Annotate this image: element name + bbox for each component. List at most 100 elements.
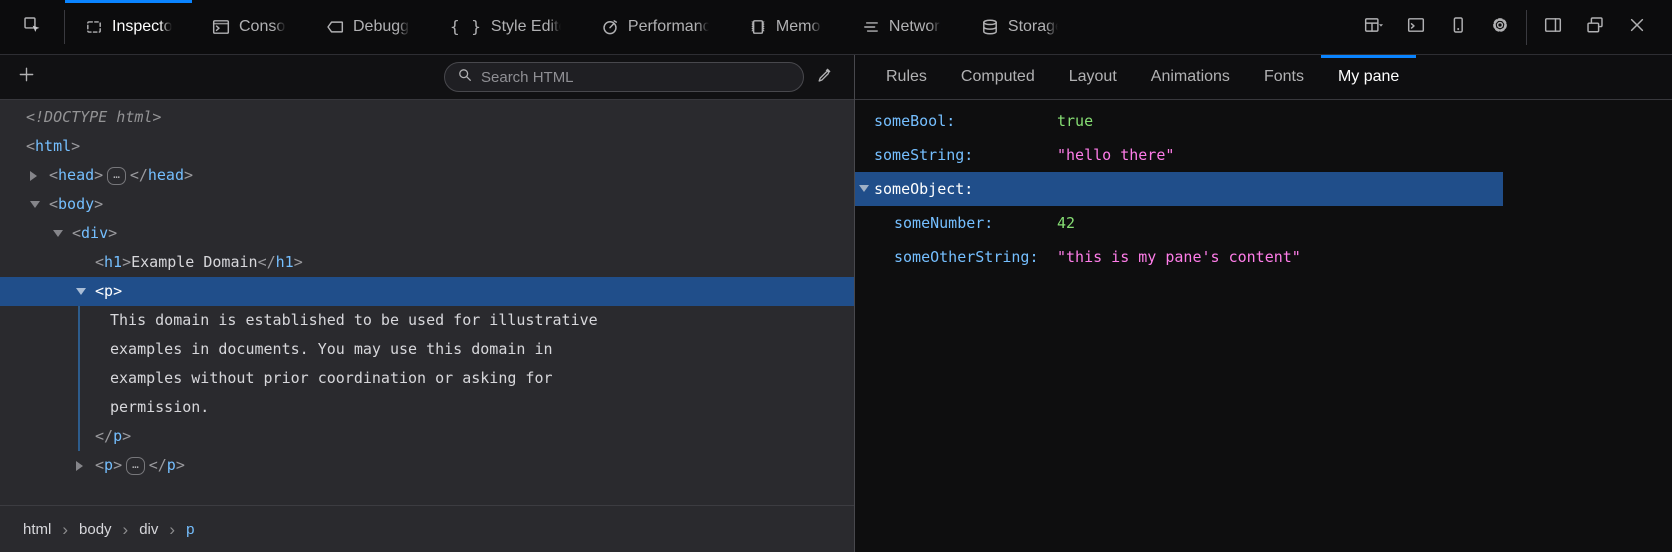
markup-bracket: < — [26, 132, 35, 161]
markup-tag: h1 — [104, 248, 122, 277]
pane-row-someString[interactable]: someString:"hello there" — [855, 138, 1672, 172]
breadcrumb-item-p[interactable]: p — [183, 521, 197, 538]
markup-bracket: < — [72, 219, 81, 248]
toolbar-tab-debugger[interactable]: Debugger — [306, 0, 430, 54]
markup-row[interactable]: <html> — [0, 132, 854, 161]
settings-button[interactable] — [1479, 0, 1521, 55]
markup-row[interactable]: <!DOCTYPE html> — [0, 103, 854, 132]
markup-bracket: > — [113, 277, 122, 306]
sidebar-tab-layout[interactable]: Layout — [1052, 55, 1134, 99]
toolbar-tab-label: Console — [239, 18, 286, 36]
markup-bracket: > — [113, 451, 122, 480]
markup-text-line[interactable]: This domain is established to be used fo… — [0, 306, 854, 335]
sidebar-tab-strip: RulesComputedLayoutAnimationsFontsMy pan… — [855, 55, 1672, 100]
collapse-arrow-icon[interactable] — [30, 201, 49, 208]
responsive-design-button[interactable] — [1437, 0, 1479, 55]
markup-row[interactable]: <body> — [0, 190, 854, 219]
markup-row[interactable]: <p> — [0, 277, 854, 306]
toolbar-tab-console[interactable]: Console — [192, 0, 306, 54]
toolbar-tab-inspector[interactable]: Inspector — [65, 0, 192, 54]
toolbar-tab-label: Network — [889, 18, 941, 36]
toolbar-actions — [1353, 0, 1672, 54]
sidebar-tab-my-pane[interactable]: My pane — [1321, 55, 1416, 99]
sidebar-tab-computed[interactable]: Computed — [944, 55, 1052, 99]
toolbar-tab-performance[interactable]: Performance — [581, 0, 729, 54]
markup-tag: html — [35, 132, 71, 161]
markup-text: Example Domain — [131, 248, 257, 277]
frames-picker-button[interactable] — [1353, 0, 1395, 55]
sidebar-tab-animations[interactable]: Animations — [1134, 55, 1247, 99]
inspector-left-column: <!DOCTYPE html><html><head>…</head><body… — [0, 55, 855, 552]
toolbar-tab-network[interactable]: Network — [842, 0, 961, 54]
markup-text-line[interactable]: permission. — [0, 393, 854, 422]
markup-bracket: > — [94, 190, 103, 219]
markup-bracket: > — [184, 161, 193, 190]
markup-bracket: > — [122, 248, 131, 277]
sidebar-tab-fonts[interactable]: Fonts — [1247, 55, 1321, 99]
pane-row-someObject[interactable]: someObject: — [855, 172, 1503, 206]
markup-tag: head — [58, 161, 94, 190]
markup-tag: p — [167, 451, 176, 480]
collapse-arrow-icon[interactable] — [76, 288, 95, 295]
markup-tag: p — [104, 451, 113, 480]
toolbar-tab-style-editor[interactable]: { }Style Editor — [430, 0, 581, 54]
pane-row-someBool[interactable]: someBool:true — [855, 104, 1672, 138]
pane-key: someOtherString: — [894, 248, 1057, 266]
pane-value: "this is my pane's content" — [1057, 248, 1301, 266]
search-html-box[interactable] — [444, 62, 804, 92]
breadcrumb-item-body[interactable]: body — [76, 521, 115, 538]
split-console-icon — [1407, 16, 1425, 39]
expand-arrow-icon[interactable] — [30, 171, 49, 181]
collapsed-content-ellipsis[interactable]: … — [126, 457, 145, 475]
markup-text: examples without prior coordination or a… — [110, 369, 553, 387]
close-button[interactable] — [1616, 0, 1658, 55]
markup-row[interactable]: </p> — [0, 422, 854, 451]
frames-picker-icon — [1364, 16, 1384, 39]
markup-tag: body — [58, 190, 94, 219]
breadcrumb-separator-icon: › — [169, 521, 175, 538]
search-icon — [457, 67, 473, 88]
markup-bracket: </ — [258, 248, 276, 277]
breadcrumb: html›body›div›p — [0, 505, 854, 552]
breadcrumb-separator-icon: › — [123, 521, 129, 538]
collapse-arrow-icon[interactable] — [859, 185, 869, 192]
markup-bracket: < — [95, 277, 104, 306]
collapse-arrow-icon[interactable] — [53, 230, 72, 237]
node-picker-button[interactable] — [0, 0, 64, 54]
breadcrumb-item-html[interactable]: html — [20, 521, 54, 538]
markup-row[interactable]: <h1>Example Domain</h1> — [0, 248, 854, 277]
add-node-button[interactable] — [8, 59, 44, 95]
pane-key: someString: — [874, 146, 1057, 164]
toolbar-tab-memory[interactable]: Memory — [729, 0, 842, 54]
search-html-input[interactable] — [481, 69, 791, 86]
markup-doctype: <!DOCTYPE html> — [26, 103, 161, 132]
eyedropper-button[interactable] — [804, 59, 844, 95]
separate-window-button[interactable] — [1574, 0, 1616, 55]
markup-row[interactable]: <head>…</head> — [0, 161, 854, 190]
dock-sidebar-button[interactable] — [1532, 0, 1574, 55]
expand-arrow-icon[interactable] — [76, 461, 95, 471]
markup-text-line[interactable]: examples in documents. You may use this … — [0, 335, 854, 364]
pane-key: someNumber: — [894, 214, 1057, 232]
markup-bracket: > — [94, 161, 103, 190]
markup-row[interactable]: <p>…</p> — [0, 451, 854, 480]
markup-text-line[interactable]: examples without prior coordination or a… — [0, 364, 854, 393]
markup-row[interactable]: <div> — [0, 219, 854, 248]
markup-bracket: < — [49, 190, 58, 219]
pane-row-someOtherString[interactable]: someOtherString:"this is my pane's conte… — [855, 240, 1672, 274]
toolbar-tab-storage[interactable]: Storage — [961, 0, 1078, 54]
responsive-design-icon — [1449, 16, 1467, 39]
pane-value: "hello there" — [1057, 146, 1174, 164]
pane-row-someNumber[interactable]: someNumber:42 — [855, 206, 1672, 240]
node-picker-icon — [23, 16, 41, 39]
breadcrumb-item-div[interactable]: div — [136, 521, 161, 538]
pane-value: true — [1057, 112, 1093, 130]
split-console-button[interactable] — [1395, 0, 1437, 55]
collapsed-content-ellipsis[interactable]: … — [107, 167, 126, 185]
performance-icon — [601, 18, 619, 36]
close-icon — [1628, 16, 1646, 39]
sidebar-tab-rules[interactable]: Rules — [869, 55, 944, 99]
markup-bracket: </ — [130, 161, 148, 190]
markup-bracket: </ — [95, 422, 113, 451]
markup-bracket: > — [71, 132, 80, 161]
